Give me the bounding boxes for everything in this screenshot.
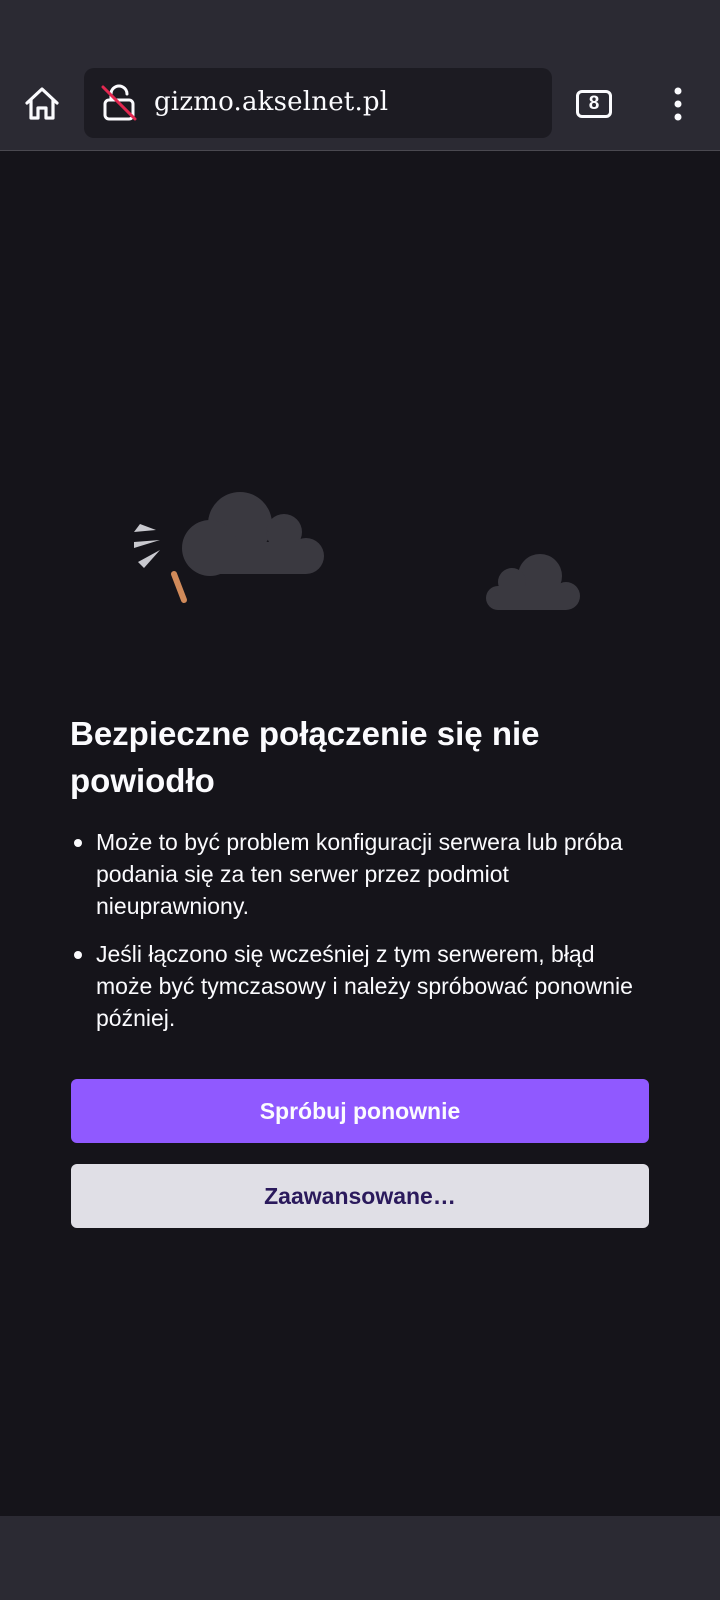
status-bar bbox=[0, 0, 720, 58]
small-cloud bbox=[486, 554, 580, 610]
home-button[interactable] bbox=[18, 80, 66, 128]
browser-toolbar: gizmo.akselnet.pl 8 bbox=[0, 58, 720, 151]
menu-button[interactable] bbox=[660, 82, 696, 126]
broken-cable bbox=[171, 571, 187, 603]
try-again-button[interactable]: Spróbuj ponownie bbox=[71, 1079, 649, 1143]
tab-counter-button[interactable]: 8 bbox=[576, 90, 612, 118]
error-title: Bezpieczne połączenie się nie powiodło bbox=[70, 715, 540, 799]
more-vertical-icon bbox=[674, 87, 682, 121]
list-item: Może to być problem konfiguracji serwera… bbox=[70, 826, 650, 922]
large-cloud bbox=[182, 492, 324, 576]
url-text[interactable]: gizmo.akselnet.pl bbox=[154, 87, 388, 117]
broken-lock-icon[interactable] bbox=[100, 84, 138, 122]
navigation-bar bbox=[0, 1516, 720, 1600]
broken-connection-illustration bbox=[134, 492, 580, 610]
error-description-list: Może to być problem konfiguracji serwera… bbox=[70, 826, 650, 1050]
home-icon bbox=[25, 87, 59, 120]
spark-marks bbox=[134, 524, 160, 568]
list-item: Jeśli łączono się wcześniej z tym serwer… bbox=[70, 938, 650, 1034]
url-bar[interactable]: gizmo.akselnet.pl bbox=[84, 68, 552, 138]
advanced-button[interactable]: Zaawansowane… bbox=[71, 1164, 649, 1228]
